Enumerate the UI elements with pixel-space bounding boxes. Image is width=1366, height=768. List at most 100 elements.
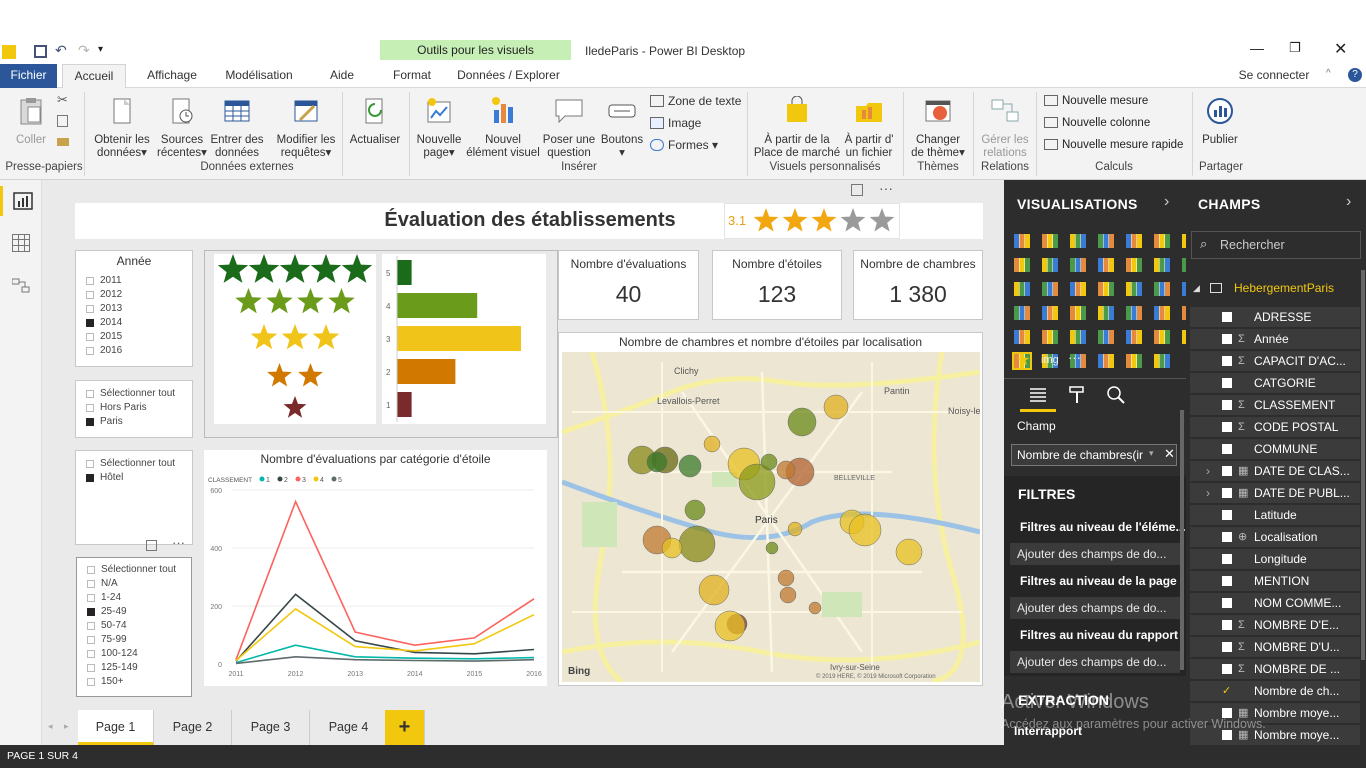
filter-visual-dropzone[interactable]: Ajouter des champs de do... <box>1010 543 1180 565</box>
visual-type-icon[interactable] <box>1098 282 1114 296</box>
more-options-icon[interactable]: ··· <box>879 180 893 196</box>
actualiser-button[interactable]: Actualiser <box>346 96 404 147</box>
visual-type-icon[interactable] <box>1098 354 1114 368</box>
field-checkbox[interactable] <box>1222 312 1232 322</box>
entrer-donnees-button[interactable]: Entrer des données <box>209 96 265 160</box>
checkbox[interactable] <box>87 608 95 616</box>
field-checkbox[interactable] <box>1222 422 1232 432</box>
field-checkbox[interactable] <box>1222 598 1232 608</box>
coller-button[interactable]: Coller <box>10 96 52 147</box>
visual-type-icon[interactable] <box>1042 282 1058 296</box>
checkbox[interactable] <box>87 580 95 588</box>
fields-well-tab[interactable] <box>1020 380 1056 412</box>
field-checkbox[interactable] <box>1222 620 1232 630</box>
localisation-item[interactable]: Sélectionner tout <box>76 387 192 401</box>
nouvelle-page-button[interactable]: Nouvelle page▾ <box>413 96 465 160</box>
add-page-button[interactable]: + <box>385 710 425 745</box>
field-item[interactable]: CATGORIE <box>1190 373 1360 393</box>
viz-pane-scrollbar[interactable] <box>1180 410 1184 670</box>
annee-item[interactable]: 2014 <box>76 316 192 330</box>
focus-mode-icon[interactable] <box>851 184 863 196</box>
zone-texte-button[interactable]: Zone de texte <box>650 94 741 108</box>
field-item[interactable]: MENTION <box>1190 571 1360 591</box>
capacite-item[interactable]: 150+ <box>77 675 191 689</box>
field-item[interactable]: Σ NOMBRE D'E... <box>1190 615 1360 635</box>
visual-type-icon[interactable] <box>1014 234 1030 248</box>
visual-type-icon[interactable] <box>1154 330 1170 344</box>
collapse-ribbon-icon[interactable]: ^ <box>1326 68 1331 79</box>
visual-type-icon[interactable] <box>1042 234 1058 248</box>
close-button[interactable]: ✕ <box>1334 39 1347 59</box>
maximize-button[interactable]: ❐ <box>1289 40 1301 56</box>
field-item[interactable]: Σ Année <box>1190 329 1360 349</box>
visual-type-icon[interactable] <box>1154 354 1170 368</box>
field-item[interactable]: › ▦ DATE DE PUBL... <box>1190 483 1360 503</box>
sign-in-link[interactable]: Se connecter <box>1236 64 1312 88</box>
map-bubble[interactable] <box>646 451 668 473</box>
capacite-item[interactable]: 100-124 <box>77 647 191 661</box>
field-item[interactable]: Σ CODE POSTAL <box>1190 417 1360 437</box>
checkbox[interactable] <box>86 305 94 313</box>
field-checkbox[interactable] <box>1222 444 1232 454</box>
format-painter-icon[interactable] <box>57 138 69 146</box>
field-checkbox[interactable] <box>1222 510 1232 520</box>
search-input[interactable]: ⌕ Rechercher <box>1191 231 1361 259</box>
page-tab-3[interactable]: Page 3 <box>232 710 310 745</box>
fields-scrollbar[interactable] <box>1361 270 1365 660</box>
visual-type-icon[interactable] <box>1126 282 1142 296</box>
capacite-item[interactable]: Sélectionner tout <box>77 563 191 577</box>
champ-field-well[interactable]: Nombre de chambres(ir ▾ ✕ <box>1011 444 1177 466</box>
annee-item[interactable]: 2015 <box>76 330 192 344</box>
map-bubble[interactable] <box>776 460 796 480</box>
custom-visual-star-icon[interactable]: ★ <box>1016 350 1030 370</box>
tab-scroll-right-icon[interactable]: ▸ <box>64 721 69 732</box>
expand-field-icon[interactable]: › <box>1206 461 1210 481</box>
annee-item[interactable]: 2011 <box>76 274 192 288</box>
save-icon[interactable] <box>34 45 47 58</box>
checkbox[interactable] <box>87 622 95 630</box>
modifier-requetes-button[interactable]: Modifier les requêtes▾ <box>272 96 340 160</box>
field-checkbox[interactable]: ✓ <box>1222 686 1232 697</box>
a-partir-fichier-button[interactable]: À partir d' un fichier <box>840 96 898 160</box>
poser-question-button[interactable]: Poser une question <box>541 96 597 160</box>
report-view-icon[interactable] <box>0 186 42 216</box>
map-bubble[interactable] <box>787 407 817 437</box>
map-bubble[interactable] <box>765 541 779 555</box>
table-name[interactable]: HebergementParis <box>1234 281 1334 295</box>
checkbox[interactable] <box>86 277 94 285</box>
field-item[interactable]: Σ CLASSEMENT <box>1190 395 1360 415</box>
page-tab-4[interactable]: Page 4 <box>310 710 388 745</box>
checkbox[interactable] <box>86 390 94 398</box>
field-item[interactable]: Σ CAPACIT D'AC... <box>1190 351 1360 371</box>
map-bubble[interactable] <box>678 454 702 478</box>
capacite-item[interactable]: N/A <box>77 577 191 591</box>
visual-type-icon[interactable] <box>1126 306 1142 320</box>
map-bubble[interactable] <box>661 537 683 559</box>
tab-format[interactable]: Format <box>388 64 436 88</box>
type-item[interactable]: Hôtel <box>76 471 192 485</box>
annee-item[interactable]: 2016 <box>76 344 192 358</box>
visual-type-icon[interactable] <box>1098 258 1114 272</box>
map-bubble[interactable] <box>895 538 923 566</box>
checkbox[interactable] <box>86 319 94 327</box>
field-item[interactable]: ⊕ Localisation <box>1190 527 1360 547</box>
checkbox[interactable] <box>87 566 95 574</box>
map-area[interactable]: Clichy Levallois-Perret Pantin Noisy-le … <box>562 352 980 682</box>
collapse-champs-icon[interactable]: › <box>1346 193 1351 211</box>
visual-type-icon[interactable] <box>1014 258 1030 272</box>
visual-type-icon[interactable] <box>1014 330 1030 344</box>
tab-modelisation[interactable]: Modélisation <box>220 64 298 88</box>
champ-remove-icon[interactable]: ✕ <box>1164 446 1175 462</box>
localisation-item[interactable]: Paris <box>76 415 192 429</box>
checkbox[interactable] <box>86 347 94 355</box>
page-tab-2[interactable]: Page 2 <box>154 710 232 745</box>
map-bubble[interactable] <box>777 569 795 587</box>
gerer-relations-button[interactable]: Gérer les relations <box>976 96 1034 160</box>
capacite-item[interactable]: 75-99 <box>77 633 191 647</box>
map-bubble[interactable] <box>703 435 721 453</box>
collapse-pane-icon[interactable]: › <box>1164 193 1169 211</box>
visual-type-icon[interactable] <box>1014 306 1030 320</box>
tab-donnees-explorer[interactable]: Données / Explorer <box>455 64 562 88</box>
field-checkbox[interactable] <box>1222 554 1232 564</box>
checkbox[interactable] <box>86 418 94 426</box>
